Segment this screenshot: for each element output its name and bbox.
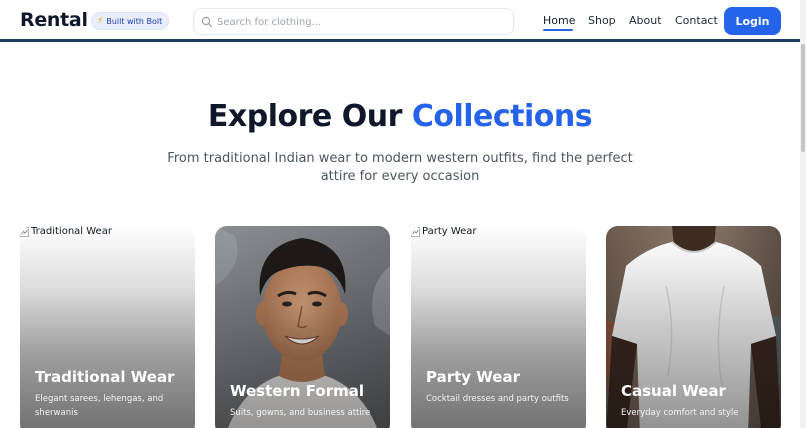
search-icon [201, 16, 213, 28]
navbar: Rental ⚡ Built with Bolt Home Shop About… [0, 0, 800, 42]
card-title: Western Formal [230, 382, 364, 400]
built-with-bolt-badge[interactable]: ⚡ Built with Bolt [91, 12, 170, 30]
collection-card-western-formal[interactable]: Western Formal Suits, gowns, and busines… [215, 226, 390, 428]
broken-image: Party Wear [411, 226, 477, 237]
section-title: Explore Our Collections [0, 99, 800, 134]
card-description: Everyday comfort and style [621, 408, 739, 418]
card-description: Cocktail dresses and party outfits [426, 394, 569, 404]
search-input[interactable] [217, 12, 507, 32]
broken-image-icon [20, 226, 29, 237]
login-button[interactable]: Login [724, 7, 781, 35]
collection-card-party[interactable]: Party Wear Party Wear Cocktail dresses a… [411, 226, 586, 428]
scrollbar-thumb[interactable] [801, 44, 805, 152]
card-description: Suits, gowns, and business attire [230, 408, 371, 418]
card-title: Casual Wear [621, 382, 726, 400]
nav-home-link[interactable]: Home [543, 14, 575, 27]
section-title-accent: Collections [411, 99, 593, 134]
section-title-main: Explore Our [207, 99, 402, 134]
nav-shop-link[interactable]: Shop [588, 14, 616, 27]
broken-image-icon [411, 226, 420, 237]
broken-image: Traditional Wear [20, 226, 112, 237]
nav-about-link[interactable]: About [629, 14, 662, 27]
nav-contact-link[interactable]: Contact [675, 14, 718, 27]
card-title: Party Wear [426, 368, 520, 386]
search-box [193, 8, 514, 35]
image-alt-text: Traditional Wear [31, 226, 112, 237]
image-alt-text: Party Wear [422, 226, 477, 237]
card-description: Elegant sarees, lehengas, and sherwanis [35, 394, 164, 418]
section-subtitle: From traditional Indian wear to modern w… [167, 151, 633, 184]
collection-card-casual[interactable]: Casual Wear Everyday comfort and style [606, 226, 781, 428]
nav-active-indicator [543, 29, 573, 31]
brand-logo[interactable]: Rental [20, 9, 88, 31]
badge-label: Built with Bolt [106, 16, 163, 26]
bolt-icon: ⚡ [97, 15, 104, 26]
collection-card-traditional[interactable]: Traditional Wear Traditional Wear Elegan… [20, 226, 195, 428]
card-title: Traditional Wear [35, 368, 175, 386]
